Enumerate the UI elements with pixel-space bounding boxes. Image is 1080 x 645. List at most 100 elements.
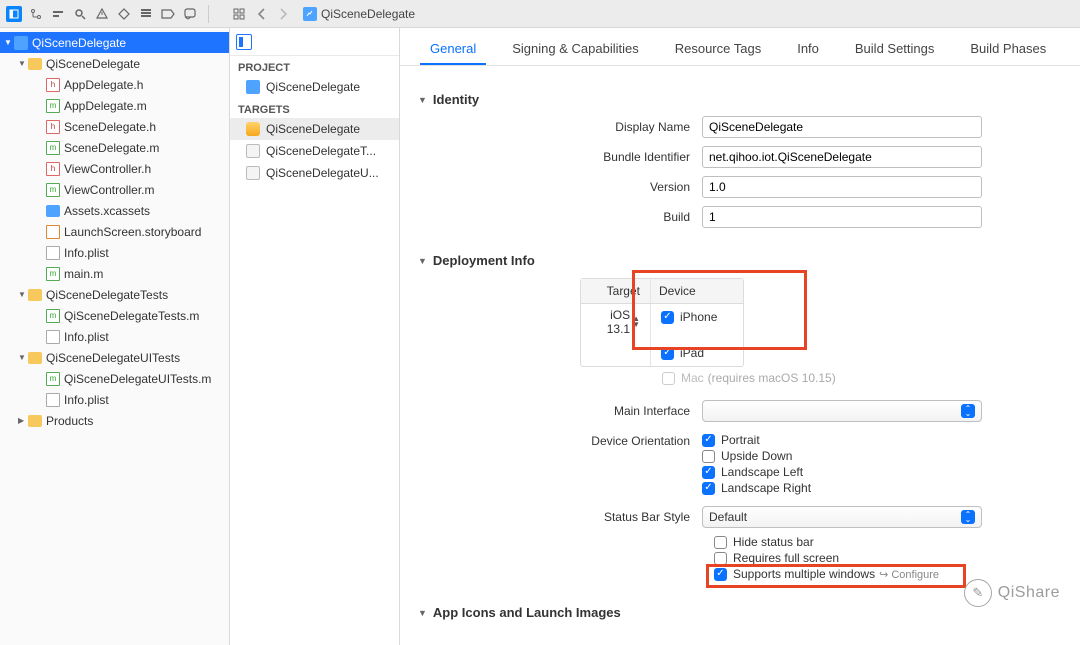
asset-catalog-icon [46,205,60,217]
tab-build-settings[interactable]: Build Settings [837,41,953,65]
navigator-find-icon[interactable] [72,6,88,22]
file-label: LaunchScreen.storyboard [64,225,201,239]
navigator-breakpoint-icon[interactable] [160,6,176,22]
file-label: ViewController.h [64,162,151,176]
main-interface-dropdown[interactable]: ⌃⌄ [702,400,982,422]
build-input[interactable] [702,206,982,228]
th-device: Device [651,279,743,303]
checkbox-requires-full-screen[interactable] [714,552,727,565]
file-label: ViewController.m [64,183,154,197]
target-label: QiSceneDelegate [266,122,360,136]
file-label: AppDelegate.m [64,99,147,113]
device-mac-label: Mac [681,371,704,385]
folder-group[interactable]: ▼ QiSceneDelegateTests [0,284,229,305]
watermark: ✎ QiShare [964,579,1060,607]
checkbox-hide-status-bar[interactable] [714,536,727,549]
file-item[interactable]: hAppDelegate.h [0,74,229,95]
folder-group[interactable]: ▼ QiSceneDelegateUITests [0,347,229,368]
status-bar-dropdown[interactable]: Default⌃⌄ [702,506,982,528]
navigator-symbol-icon[interactable] [50,6,66,22]
impl-file-icon: m [46,99,60,113]
project-navigator[interactable]: ▼ QiSceneDelegate ▼ QiSceneDelegate hApp… [0,28,230,645]
target-item[interactable]: QiSceneDelegate [230,118,399,140]
show-project-editor-icon[interactable] [236,34,252,50]
section-title: App Icons and Launch Images [433,605,621,620]
tab-general[interactable]: General [412,41,494,65]
version-input[interactable] [702,176,982,198]
project-root[interactable]: ▼ QiSceneDelegate [0,32,229,53]
file-item[interactable]: m AppDelegate.m [0,95,229,116]
configure-link[interactable]: ↪ Configure [879,568,939,581]
file-item[interactable]: mmain.m [0,263,229,284]
xcodeproj-icon [14,36,28,50]
folder-icon [28,352,42,364]
settings-content: ▼Identity Display Name Bundle Identifier… [400,66,1080,645]
section-identity[interactable]: ▼Identity [400,88,1080,111]
file-item[interactable]: Assets.xcassets [0,200,229,221]
nav-forward-icon[interactable] [275,4,291,24]
file-item[interactable]: mViewController.m [0,179,229,200]
file-label: Info.plist [64,330,109,344]
targets-outline: PROJECT QiSceneDelegate TARGETS QiSceneD… [230,28,400,645]
deployment-target-dropdown[interactable]: iOS 13.1 ▲▼ [591,308,640,336]
tab-build-phases[interactable]: Build Phases [952,41,1064,65]
target-item[interactable]: QiSceneDelegateT... [230,140,399,162]
settings-tabs: GeneralSigning & CapabilitiesResource Ta… [400,28,1080,66]
checkbox-mac[interactable] [662,372,675,385]
related-items-icon[interactable] [231,6,247,22]
header-file-icon: h [46,162,60,176]
header-file-icon: h [46,120,60,134]
checkbox-iphone[interactable] [661,311,674,324]
display-name-input[interactable] [702,116,982,138]
project-header: PROJECT [230,56,399,76]
file-item[interactable]: Info.plist [0,326,229,347]
target-item[interactable]: QiSceneDelegateU... [230,162,399,184]
file-item[interactable]: mQiSceneDelegateTests.m [0,305,229,326]
file-item[interactable]: mQiSceneDelegateUITests.m [0,368,229,389]
file-item[interactable]: Info.plist [0,242,229,263]
checkbox-landscape-right[interactable] [702,482,715,495]
project-item-label: QiSceneDelegate [266,80,360,94]
folder-icon [28,289,42,301]
status-bar-label: Status Bar Style [400,510,702,524]
navigator-project-icon[interactable] [6,6,22,22]
navigator-issue-icon[interactable] [94,6,110,22]
editor-main: GeneralSigning & CapabilitiesResource Ta… [400,28,1080,645]
orientation-lr-label: Landscape Right [721,481,811,495]
folder-products[interactable]: ▶ Products [0,410,229,431]
navigator-debug-icon[interactable] [138,6,154,22]
file-item[interactable]: m SceneDelegate.m [0,137,229,158]
folder-label: QiSceneDelegate [46,57,140,71]
checkbox-landscape-left[interactable] [702,466,715,479]
editor-layout-bar [230,28,399,56]
navigator-test-icon[interactable] [116,6,132,22]
checkbox-ipad[interactable] [661,347,674,360]
checkbox-portrait[interactable] [702,434,715,447]
nav-back-icon[interactable] [253,4,269,24]
navigator-source-control-icon[interactable] [28,6,44,22]
orientation-label: Device Orientation [400,431,702,448]
file-item[interactable]: Info.plist [0,389,229,410]
project-item[interactable]: QiSceneDelegate [230,76,399,98]
main-interface-label: Main Interface [400,404,702,418]
tab-info[interactable]: Info [779,41,837,65]
impl-file-icon: m [46,141,60,155]
navigator-report-icon[interactable] [182,6,198,22]
file-label: Info.plist [64,393,109,407]
bundle-id-input[interactable] [702,146,982,168]
folder-group[interactable]: ▼ QiSceneDelegate [0,53,229,74]
tab-signing-capabilities[interactable]: Signing & Capabilities [494,41,656,65]
file-item[interactable]: h ViewController.h [0,158,229,179]
checkbox-upside-down[interactable] [702,450,715,463]
tab-resource-tags[interactable]: Resource Tags [657,41,779,65]
folder-icon [28,58,42,70]
checkbox-supports-multiple-windows[interactable] [714,568,727,581]
breadcrumb[interactable]: QiSceneDelegate [303,7,415,21]
section-deployment[interactable]: ▼Deployment Info [400,249,1080,272]
multiple-windows-label: Supports multiple windows [733,567,875,581]
orientation-ll-label: Landscape Left [721,465,803,479]
file-item[interactable]: LaunchScreen.storyboard [0,221,229,242]
breadcrumb-title: QiSceneDelegate [321,7,415,21]
file-label: SceneDelegate.m [64,141,159,155]
file-item[interactable]: hSceneDelegate.h [0,116,229,137]
